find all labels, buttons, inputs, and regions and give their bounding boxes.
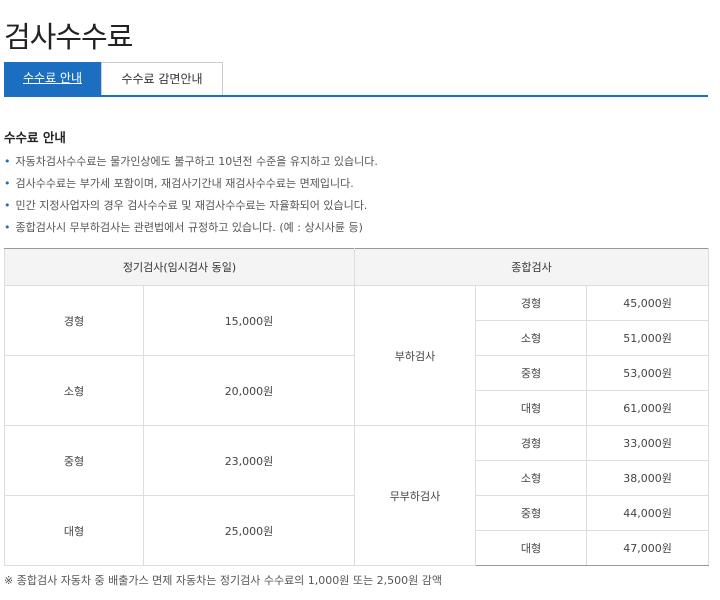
tab-fee-info[interactable]: 수수료 안내 bbox=[4, 62, 101, 95]
group-size-cell: 대형 bbox=[475, 390, 587, 426]
group-fee-cell: 53,000원 bbox=[585, 355, 710, 391]
regular-fee-cell: 23,000원 bbox=[143, 425, 355, 496]
group-name-cell: 부하검사 bbox=[354, 285, 476, 426]
regular-fee-cell: 15,000원 bbox=[143, 285, 355, 356]
group-fee-cell: 38,000원 bbox=[585, 460, 710, 496]
group-fee-cell: 33,000원 bbox=[585, 425, 710, 461]
footnote: ※ 종합검사 자동차 중 배출가스 면제 자동차는 정기검사 수수료의 1,00… bbox=[4, 574, 442, 587]
group-size-cell: 중형 bbox=[475, 495, 587, 531]
table-row: 경형 15,000원 부하검사 경형 45,000원 bbox=[4, 285, 710, 426]
group-name-cell: 무부하검사 bbox=[354, 425, 476, 566]
group-fee-cell: 45,000원 bbox=[585, 285, 710, 321]
regular-fee-cell: 20,000원 bbox=[143, 355, 355, 426]
group-size-cell: 중형 bbox=[475, 355, 587, 391]
regular-size-cell: 경형 bbox=[4, 285, 144, 356]
tab-fee-reduction[interactable]: 수수료 감면안내 bbox=[101, 62, 223, 95]
fee-notes-list: 자동차검사수수료는 물가인상에도 불구하고 10년전 수준을 유지하고 있습니다… bbox=[4, 153, 378, 241]
regular-size-cell: 중형 bbox=[4, 425, 144, 496]
regular-fee-cell: 25,000원 bbox=[143, 495, 355, 566]
group-fee-cell: 44,000원 bbox=[585, 495, 710, 531]
note-item: 검사수수료는 부가세 포함이며, 재검사기간내 재검사수수료는 면제입니다. bbox=[4, 175, 378, 197]
group-size-cell: 경형 bbox=[475, 285, 587, 321]
group-size-cell: 소형 bbox=[475, 460, 587, 496]
regular-size-cell: 대형 bbox=[4, 495, 144, 566]
tab-bar: 수수료 안내 수수료 감면안내 bbox=[4, 62, 708, 97]
group-size-cell: 경형 bbox=[475, 425, 587, 461]
note-item: 민간 지정사업자의 경우 검사수수료 및 재검사수수료는 자율화되어 있습니다. bbox=[4, 197, 378, 219]
note-item: 종합검사시 무부하검사는 관련법에서 규정하고 있습니다. (예 : 상시사륜 … bbox=[4, 219, 378, 241]
group-fee-cell: 51,000원 bbox=[585, 320, 710, 356]
header-regular-inspection: 정기검사(임시검사 동일) bbox=[4, 248, 355, 286]
header-comprehensive-inspection: 종합검사 bbox=[353, 248, 710, 286]
group-fee-cell: 61,000원 bbox=[585, 390, 710, 426]
fee-table: 정기검사(임시검사 동일) 종합검사 경형 15,000원 부하검사 경형 45… bbox=[4, 248, 710, 566]
group-size-cell: 대형 bbox=[475, 530, 587, 566]
page-title: 검사수수료 bbox=[4, 20, 133, 55]
group-fee-cell: 47,000원 bbox=[585, 530, 710, 566]
section-title: 수수료 안내 bbox=[4, 130, 66, 145]
regular-size-cell: 소형 bbox=[4, 355, 144, 426]
table-row: 중형 23,000원 무부하검사 경형 33,000원 bbox=[4, 425, 710, 566]
note-item: 자동차검사수수료는 물가인상에도 불구하고 10년전 수준을 유지하고 있습니다… bbox=[4, 153, 378, 175]
group-size-cell: 소형 bbox=[475, 320, 587, 356]
